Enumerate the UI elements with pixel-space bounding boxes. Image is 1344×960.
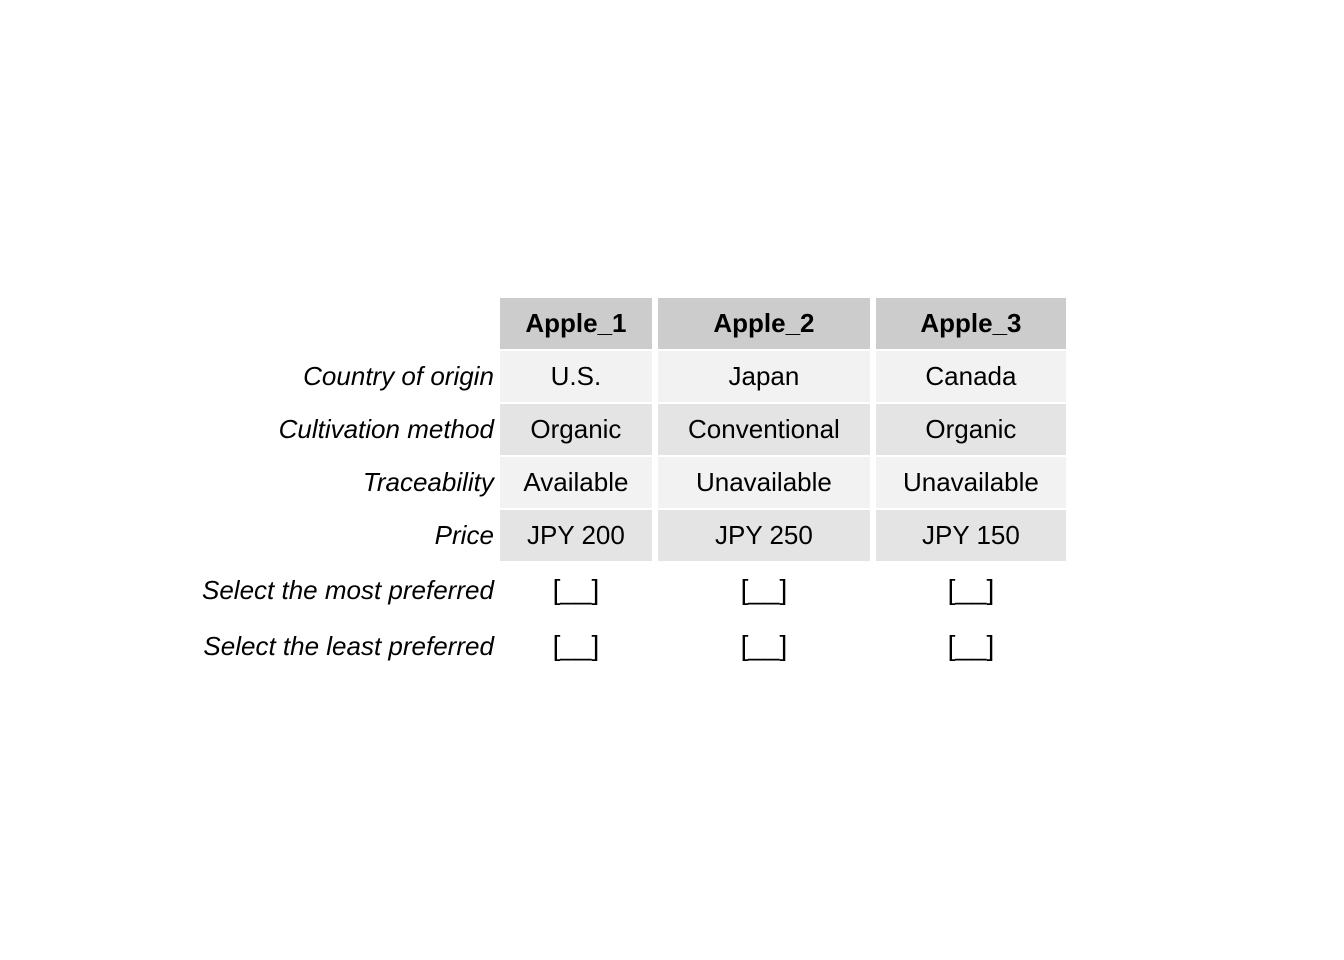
- column-header-apple-1: Apple_1: [499, 298, 652, 349]
- table-header-row: Apple_1 Apple_2 Apple_3: [202, 298, 1066, 349]
- row-label-traceability: Traceability: [362, 467, 494, 497]
- table-row: Select the least preferred [__] [__] [__…: [202, 619, 1066, 673]
- cell-price-apple-2: JPY 250: [657, 510, 870, 561]
- table-row: Cultivation method Organic Conventional …: [202, 404, 1066, 455]
- row-label-country-of-origin: Country of origin: [303, 361, 494, 391]
- row-label-select-least-preferred: Select the least preferred: [203, 630, 494, 661]
- row-label-price: Price: [434, 520, 494, 550]
- select-most-preferred-apple-1[interactable]: [__]: [500, 563, 652, 617]
- survey-canvas: Apple_1 Apple_2 Apple_3 Country of origi…: [0, 0, 1344, 960]
- select-least-preferred-apple-3[interactable]: [__]: [876, 619, 1066, 673]
- cell-price-apple-1: JPY 200: [499, 510, 652, 561]
- column-header-apple-2: Apple_2: [657, 298, 870, 349]
- table-row: Traceability Available Unavailable Unava…: [202, 457, 1066, 508]
- choice-comparison-table: Apple_1 Apple_2 Apple_3 Country of origi…: [196, 296, 1072, 675]
- table-corner-cell: [202, 298, 494, 349]
- cell-country-of-origin-apple-2: Japan: [657, 351, 870, 402]
- cell-price-apple-3: JPY 150: [875, 510, 1066, 561]
- table-row: Price JPY 200 JPY 250 JPY 150: [202, 510, 1066, 561]
- cell-cultivation-method-apple-2: Conventional: [657, 404, 870, 455]
- select-most-preferred-apple-3[interactable]: [__]: [876, 563, 1066, 617]
- cell-country-of-origin-apple-1: U.S.: [499, 351, 652, 402]
- cell-country-of-origin-apple-3: Canada: [875, 351, 1066, 402]
- row-label-cultivation-method: Cultivation method: [278, 414, 494, 444]
- table-row: Select the most preferred [__] [__] [__]: [202, 563, 1066, 617]
- cell-traceability-apple-3: Unavailable: [875, 457, 1066, 508]
- table-row: Country of origin U.S. Japan Canada: [202, 351, 1066, 402]
- row-label-select-most-preferred: Select the most preferred: [202, 574, 494, 605]
- select-most-preferred-apple-2[interactable]: [__]: [658, 563, 870, 617]
- column-header-apple-3: Apple_3: [875, 298, 1066, 349]
- select-least-preferred-apple-1[interactable]: [__]: [500, 619, 652, 673]
- cell-traceability-apple-2: Unavailable: [657, 457, 870, 508]
- cell-cultivation-method-apple-3: Organic: [875, 404, 1066, 455]
- cell-cultivation-method-apple-1: Organic: [499, 404, 652, 455]
- select-least-preferred-apple-2[interactable]: [__]: [658, 619, 870, 673]
- cell-traceability-apple-1: Available: [499, 457, 652, 508]
